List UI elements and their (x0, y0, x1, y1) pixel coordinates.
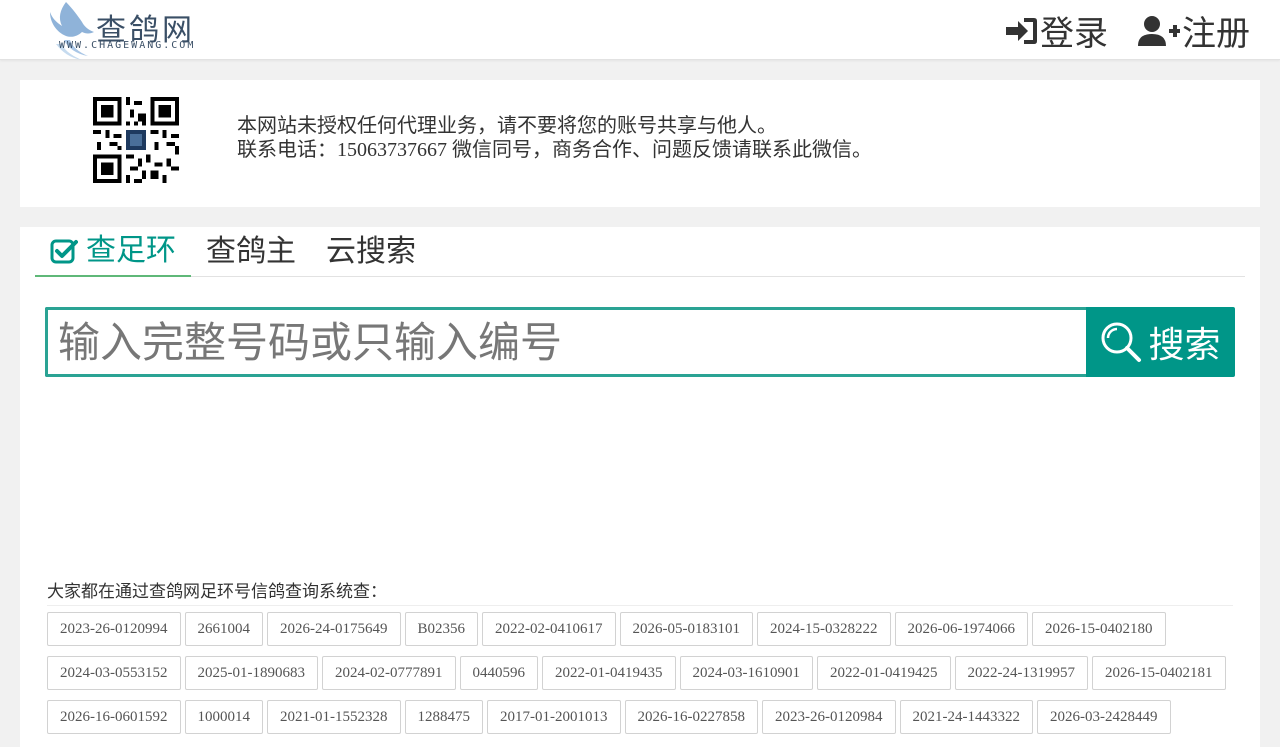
popular-tag[interactable]: 2022-24-1319957 (954, 656, 1088, 690)
register-button[interactable]: 注册 (1138, 6, 1250, 55)
dove-logo-icon (50, 2, 94, 60)
check-square-icon (50, 239, 78, 264)
popular-tag[interactable]: 2023-26-0120984 (762, 700, 896, 734)
user-plus-icon (1138, 15, 1180, 46)
search-tabs: 查足环 查鸽主 云搜索 (35, 227, 1245, 277)
register-label: 注册 (1182, 14, 1250, 54)
notice-text: 本网站未授权任何代理业务，请不要将您的账号共享与他人。 联系电话：1506373… (237, 114, 872, 162)
wechat-qr-code (93, 97, 179, 183)
logo-text-en: WWW.CHAGEWANG.COM (59, 40, 196, 51)
login-label: 登录 (1040, 14, 1108, 54)
site-logo[interactable]: 查鸽网 WWW.CHAGEWANG.COM (46, 0, 216, 60)
search-input[interactable] (45, 307, 1086, 377)
popular-tag[interactable]: 2026-16-0227858 (624, 700, 758, 734)
popular-tag[interactable]: 1288475 (404, 700, 483, 734)
notice-line-1: 本网站未授权任何代理业务，请不要将您的账号共享与他人。 (237, 115, 777, 137)
popular-searches-title: 大家都在通过查鸽网足环号信鸽查询系统查： (47, 577, 1233, 606)
sign-in-icon (1006, 17, 1037, 44)
popular-tag[interactable]: 2021-01-1552328 (267, 700, 401, 734)
popular-tag[interactable]: 2661004 (184, 612, 263, 646)
popular-tags: 2023-26-0120994 2661004 2026-24-0175649 B02… (47, 612, 1247, 744)
popular-tag[interactable]: 0440596 (459, 656, 538, 690)
popular-tag[interactable]: 2024-15-0328222 (757, 612, 891, 646)
search-button-label: 搜索 (1148, 325, 1221, 366)
popular-tag[interactable]: 2026-15-0402180 (1032, 612, 1166, 646)
search-icon (1101, 322, 1142, 362)
popular-tag[interactable]: 2024-03-1610901 (679, 656, 813, 690)
popular-tag[interactable]: 2021-24-1443322 (899, 700, 1033, 734)
popular-tag[interactable]: 2026-15-0402181 (1092, 656, 1226, 690)
popular-tag[interactable]: 2026-06-1974066 (894, 612, 1029, 646)
popular-tag[interactable]: 2024-03-0553152 (47, 656, 181, 690)
popular-tag[interactable]: 2017-01-2001013 (487, 700, 621, 734)
tab-label: 查足环 (86, 233, 176, 268)
tab-ring-search[interactable]: 查足环 (35, 227, 191, 277)
popular-tag[interactable]: 2026-24-0175649 (267, 612, 401, 646)
tab-cloud-search[interactable]: 云搜索 (311, 227, 431, 277)
notice-line-2: 联系电话：15063737667 微信同号，商务合作、问题反馈请联系此微信。 (237, 139, 872, 161)
popular-tag[interactable]: 2026-16-0601592 (47, 700, 181, 734)
notice-panel: 本网站未授权任何代理业务，请不要将您的账号共享与他人。 联系电话：1506373… (20, 80, 1260, 207)
search-bar: 搜索 (45, 307, 1235, 377)
popular-tag[interactable]: 2026-05-0183101 (619, 612, 754, 646)
tab-label: 查鸽主 (206, 234, 296, 269)
popular-tag[interactable]: 2025-01-1890683 (184, 656, 318, 690)
top-header: 查鸽网 WWW.CHAGEWANG.COM 登录 注册 (0, 0, 1280, 60)
tab-owner-search[interactable]: 查鸽主 (191, 227, 311, 277)
popular-tag[interactable]: 2022-02-0410617 (482, 612, 616, 646)
search-button[interactable]: 搜索 (1086, 307, 1235, 377)
tab-label: 云搜索 (326, 234, 416, 269)
popular-tag[interactable]: 2023-26-0120994 (47, 612, 181, 646)
search-panel: 查足环 查鸽主 云搜索 搜索 大家都在通过查鸽网足环号信鸽查询系统查： 2023… (20, 227, 1260, 747)
popular-tag[interactable]: 2022-01-0419435 (542, 656, 676, 690)
popular-tag[interactable]: 1000014 (184, 700, 263, 734)
popular-tag[interactable]: 2024-02-0777891 (322, 656, 456, 690)
popular-tag[interactable]: 2026-03-2428449 (1037, 700, 1171, 734)
login-button[interactable]: 登录 (1006, 6, 1108, 55)
popular-tag[interactable]: 2022-01-0419425 (817, 656, 951, 690)
popular-tag[interactable]: B02356 (404, 612, 479, 646)
auth-links: 登录 注册 (976, 6, 1250, 55)
